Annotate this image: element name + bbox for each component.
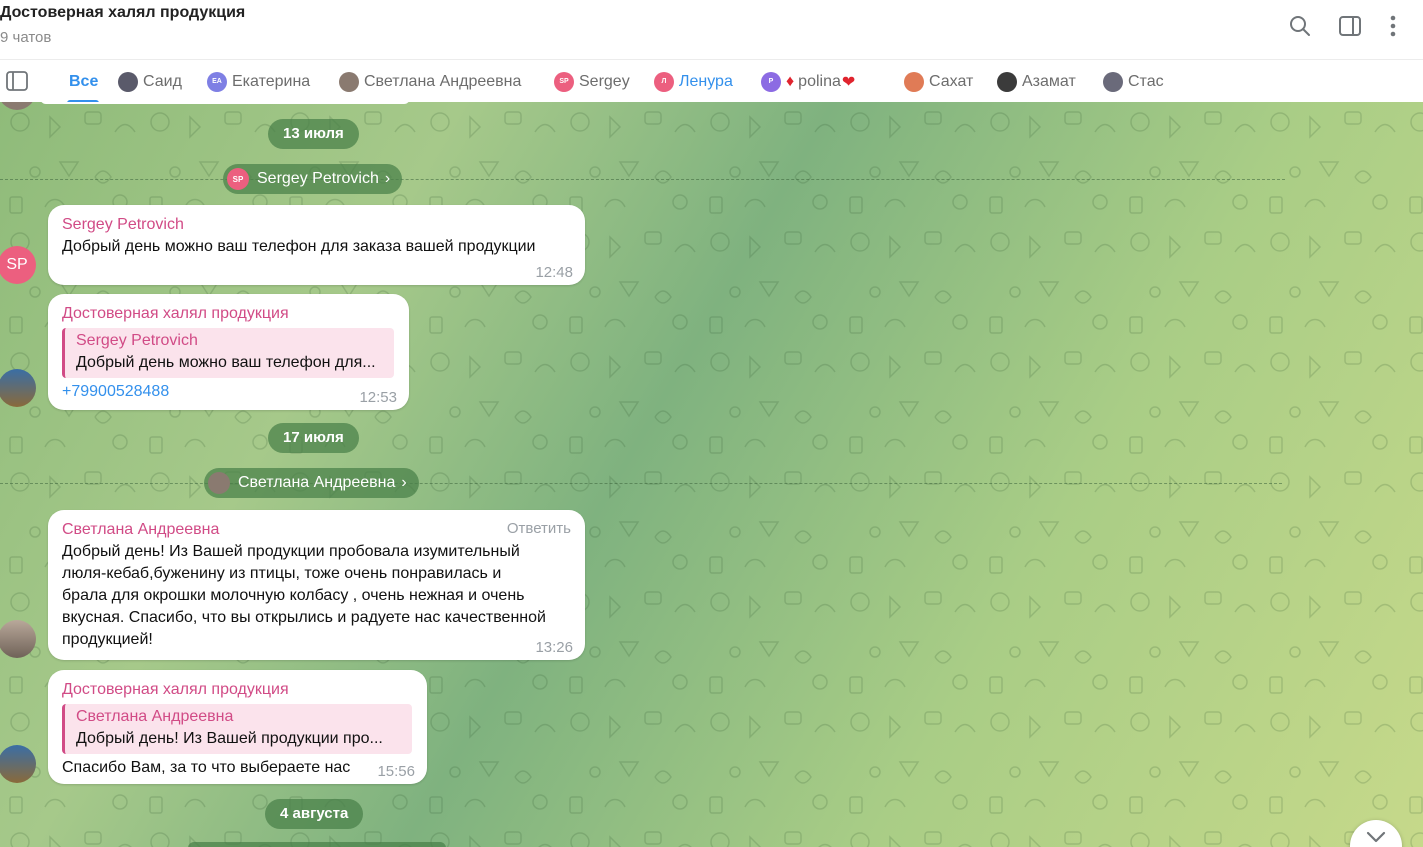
tab-all[interactable]: Все	[69, 60, 98, 103]
message-time: 12:48	[535, 264, 573, 281]
avatar: Л	[654, 71, 674, 92]
reply-button[interactable]: Ответить	[507, 520, 571, 537]
chat-count: 9 чатов	[0, 29, 52, 46]
sender-pill[interactable]: SP Sergey Petrovich ›	[223, 164, 403, 194]
quote-text: Добрый день можно ваш телефон для...	[76, 354, 376, 371]
quote-sender: Светлана Андреевна	[76, 708, 234, 725]
message-time: 12:53	[359, 389, 397, 406]
date-separator: 13 июля	[268, 119, 359, 149]
message-sender[interactable]: Sergey Petrovich	[62, 214, 571, 236]
avatar	[208, 472, 230, 494]
chevron-right-icon: ›	[401, 474, 407, 491]
message-sender[interactable]: Светлана Андреевна	[62, 519, 571, 541]
sender-pill[interactable]: Светлана Андреевна ›	[204, 468, 419, 498]
tab-azamat[interactable]: Азамат	[997, 60, 1076, 103]
avatar	[118, 71, 138, 92]
folder-tabs: Все Саид ЕА Екатерина Светлана Андреевна…	[0, 59, 1423, 103]
chevron-right-icon: ›	[384, 170, 391, 187]
phone-link[interactable]: +79900528488	[62, 381, 395, 403]
avatar	[997, 71, 1017, 92]
message-bubble[interactable]: Светлана Андреевна Ответить Добрый день!…	[48, 510, 585, 660]
message-sender[interactable]: Достоверная халял продукция	[62, 679, 413, 701]
chat-header: Достоверная халял продукция 9 чатов	[0, 0, 1423, 59]
tab-said[interactable]: Саид	[118, 60, 182, 103]
avatar: P	[761, 71, 781, 92]
panel-toggle-icon[interactable]	[6, 71, 28, 91]
diamond-emoji-icon: ♦	[786, 72, 795, 90]
sender-pill-name: Sergey Petrovich	[257, 170, 379, 187]
message-bubble[interactable]: Достоверная халял продукция Светлана Анд…	[48, 670, 427, 784]
avatar	[0, 102, 36, 110]
quote-sender: Sergey Petrovich	[76, 332, 198, 349]
scroll-down-button[interactable]	[1350, 820, 1402, 847]
sender-pill-name: Светлана Андреевна	[238, 474, 396, 491]
message-text: Добрый день можно ваш телефон для заказа…	[62, 238, 536, 255]
tab-label: Азамат	[1022, 72, 1076, 90]
message-time: 15:56	[377, 763, 415, 780]
message-time: 13:26	[535, 639, 573, 656]
sender-pill-partial	[188, 842, 446, 847]
tab-sakhat[interactable]: Сахат	[904, 60, 973, 103]
tab-label: Sergey	[579, 72, 630, 90]
date-separator: 17 июля	[268, 423, 359, 453]
avatar[interactable]	[0, 620, 36, 658]
search-icon[interactable]	[1288, 14, 1312, 38]
tab-polina[interactable]: P ♦ polina ❤	[761, 60, 855, 103]
tab-lenura[interactable]: Л Ленура	[654, 60, 733, 103]
message-bubble[interactable]: Sergey Petrovich Добрый день можно ваш т…	[48, 205, 585, 285]
more-options-icon[interactable]	[1381, 14, 1405, 38]
message-text-line: продукцией!	[62, 631, 153, 648]
avatar: SP	[227, 168, 249, 190]
tab-ekaterina[interactable]: ЕА Екатерина	[207, 60, 310, 103]
avatar: ЕА	[207, 71, 227, 92]
tab-label: polina	[798, 72, 841, 90]
chevron-down-icon	[1366, 831, 1386, 843]
message-text-line: брала для окрошки молочную колбасу , оче…	[62, 587, 525, 604]
sender-divider	[0, 483, 1282, 484]
tab-label: Саид	[143, 72, 182, 90]
sender-divider	[0, 179, 1285, 180]
quote-text: Добрый день! Из Вашей продукции про...	[76, 730, 383, 747]
avatar[interactable]: SP	[0, 246, 36, 284]
tab-stas[interactable]: Стас	[1103, 60, 1164, 103]
avatar: SP	[554, 71, 574, 92]
message-text-line: Добрый день! Из Вашей продукции пробовал…	[62, 543, 520, 560]
avatar	[339, 71, 359, 92]
previous-message-edge	[40, 102, 410, 104]
tab-label: Екатерина	[232, 72, 311, 90]
tab-label: Сахат	[929, 72, 974, 90]
avatar	[1103, 71, 1123, 92]
message-text-line: вкусная. Спасибо, что вы открылись и рад…	[62, 609, 546, 626]
tab-label: Светлана Андреевна	[364, 72, 522, 90]
heart-emoji-icon: ❤	[841, 73, 856, 91]
avatar[interactable]	[0, 745, 36, 783]
avatar	[904, 71, 924, 92]
tab-label: Ленура	[679, 72, 733, 90]
reply-quote[interactable]: Sergey Petrovich Добрый день можно ваш т…	[62, 328, 394, 378]
tab-label: Стас	[1128, 72, 1164, 90]
chat-history[interactable]: 13 июля SP Sergey Petrovich › SP Sergey …	[0, 102, 1423, 847]
message-text: Спасибо Вам, за то что выбераете нас	[62, 759, 351, 776]
message-sender[interactable]: Достоверная халял продукция	[62, 303, 395, 325]
date-separator: 4 августа	[265, 799, 364, 829]
page-title: Достоверная халял продукция	[0, 4, 246, 21]
tab-svetlana[interactable]: Светлана Андреевна	[339, 60, 521, 103]
tab-label: Все	[69, 72, 99, 90]
message-bubble[interactable]: Достоверная халял продукция Sergey Petro…	[48, 294, 409, 410]
reply-quote[interactable]: Светлана Андреевна Добрый день! Из Вашей…	[62, 704, 412, 754]
sidebar-toggle-icon[interactable]	[1338, 14, 1362, 38]
tab-sergey[interactable]: SP Sergey	[554, 60, 630, 103]
avatar[interactable]	[0, 369, 36, 407]
message-text-line: люля-кебаб,буженину из птицы, тоже очень…	[62, 565, 502, 582]
